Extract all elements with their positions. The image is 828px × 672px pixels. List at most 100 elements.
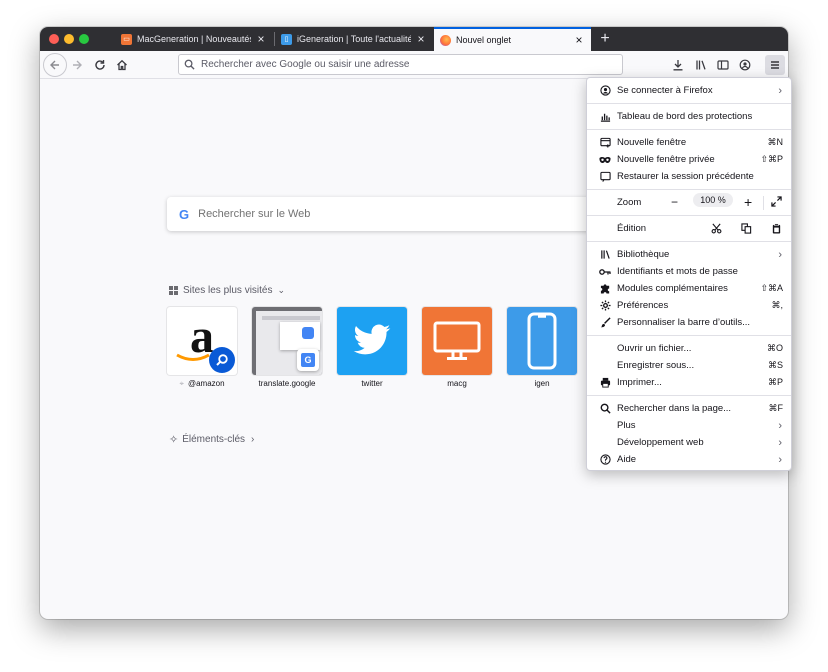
top-site-twitter[interactable]: twitter — [337, 307, 407, 388]
top-site-translate-google[interactable]: G translate.google — [252, 307, 322, 388]
site-label: macg — [447, 379, 467, 388]
zoom-in-button[interactable]: + — [744, 195, 752, 209]
top-site-amazon[interactable]: a ⌖ @amazon — [167, 307, 237, 389]
scissors-icon — [711, 223, 722, 234]
menu-item-more[interactable]: Plus › — [587, 417, 791, 434]
clipboard-icon — [772, 223, 781, 234]
copy-icon — [741, 223, 752, 234]
menu-item-label: Restaurer la session précédente — [617, 171, 754, 182]
puzzle-piece-icon — [599, 283, 611, 295]
menu-item-new-window[interactable]: Nouvelle fenêtre ⌘N — [587, 134, 791, 151]
web-search-box[interactable]: G Rechercher sur le Web — [167, 197, 597, 231]
window-minimize-button[interactable] — [64, 34, 74, 44]
close-icon[interactable]: × — [255, 33, 267, 45]
site-label: translate.google — [258, 379, 316, 388]
app-menu-button[interactable] — [765, 55, 785, 75]
arrow-left-icon — [50, 60, 59, 70]
menu-item-webdev[interactable]: Développement web › — [587, 434, 791, 451]
paste-button[interactable] — [771, 223, 782, 237]
menu-item-library[interactable]: Bibliothèque › — [587, 246, 791, 263]
menu-item-label: Modules complémentaires — [617, 283, 728, 294]
back-button[interactable] — [43, 53, 67, 77]
shortcut-label: ⌘O — [766, 343, 783, 353]
tab-new-tab[interactable]: Nouvel onglet × — [434, 27, 591, 51]
private-mask-icon — [599, 154, 611, 166]
menu-item-label: Rechercher dans la page... — [617, 403, 732, 414]
close-icon[interactable]: × — [415, 33, 427, 45]
menu-item-logins[interactable]: Identifiants et mots de passe — [587, 263, 791, 280]
menu-item-find[interactable]: Rechercher dans la page... ⌘F — [587, 400, 791, 417]
close-icon[interactable]: × — [573, 34, 585, 46]
sparkle-icon: ✧ — [169, 434, 179, 446]
topsites-title: Sites les plus visités — [183, 285, 273, 296]
menu-item-customize[interactable]: Personnaliser la barre d’outils... — [587, 314, 791, 331]
highlights-header[interactable]: ✧ Éléments-clés › — [169, 433, 254, 446]
window-maximize-button[interactable] — [79, 34, 89, 44]
paintbrush-icon — [599, 317, 611, 329]
divider — [763, 196, 764, 210]
forward-button[interactable] — [68, 56, 86, 74]
home-icon — [117, 59, 127, 71]
topsites-header[interactable]: Sites les plus visités ⌄ — [169, 285, 285, 296]
web-search-placeholder: Rechercher sur le Web — [198, 208, 311, 220]
downloads-button[interactable] — [669, 56, 687, 74]
top-site-macg[interactable]: macg — [422, 307, 492, 388]
menu-item-help[interactable]: Aide › — [587, 451, 791, 468]
printer-icon — [599, 377, 611, 389]
account-icon — [739, 59, 751, 71]
sidebar-button[interactable] — [714, 56, 732, 74]
menu-item-label: Développement web — [617, 437, 704, 448]
cut-button[interactable] — [711, 223, 722, 237]
reload-button[interactable] — [91, 56, 109, 74]
chevron-down-icon: ⌄ — [277, 285, 286, 295]
menu-item-preferences[interactable]: Préférences ⌘, — [587, 297, 791, 314]
tab-igeneration[interactable]: ▯ iGeneration | Toute l'actualité iPhone… — [275, 27, 433, 51]
menu-item-label: Édition — [617, 223, 647, 234]
menu-item-open-file[interactable]: Ouvrir un fichier... ⌘O — [587, 340, 791, 357]
menu-item-restore-session[interactable]: Restaurer la session précédente — [587, 168, 791, 185]
menu-item-label: Tableau de bord des protections — [617, 111, 753, 122]
menu-separator — [587, 335, 791, 336]
url-bar[interactable]: Rechercher avec Google ou saisir une adr… — [178, 54, 623, 75]
highlights-title: Éléments-clés — [182, 434, 246, 445]
account-button[interactable] — [736, 56, 754, 74]
menu-item-addons[interactable]: Modules complémentaires ⇧⌘A — [587, 280, 791, 297]
tab-macgeneration[interactable]: ▭ MacGeneration | Nouveautés, actualité … — [115, 27, 273, 51]
copy-button[interactable] — [741, 223, 752, 237]
menu-item-save-as[interactable]: Enregistrer sous... ⌘S — [587, 357, 791, 374]
tab-bar: ▭ MacGeneration | Nouveautés, actualité … — [40, 27, 788, 51]
chevron-right-icon: › — [251, 434, 255, 445]
library-button[interactable] — [692, 56, 710, 74]
menu-item-label: Imprimer... — [617, 377, 662, 388]
menu-item-private-window[interactable]: Nouvelle fenêtre privée ⇧⌘P — [587, 151, 791, 168]
menu-separator — [587, 215, 791, 216]
top-site-igen[interactable]: igen — [507, 307, 577, 388]
tab-label: Nouvel onglet — [456, 35, 512, 45]
gear-icon — [599, 300, 611, 312]
home-button[interactable] — [113, 56, 131, 74]
hamburger-icon — [771, 61, 779, 69]
chevron-right-icon: › — [778, 84, 782, 97]
shortcut-label: ⌘, — [771, 300, 783, 310]
search-icon — [209, 347, 235, 373]
menu-item-label: Ouvrir un fichier... — [617, 343, 692, 354]
account-icon — [599, 85, 611, 97]
menu-item-signin[interactable]: Se connecter à Firefox › — [587, 82, 791, 99]
window-close-button[interactable] — [49, 34, 59, 44]
menu-item-print[interactable]: Imprimer... ⌘P — [587, 374, 791, 391]
menu-item-label: Nouvelle fenêtre — [617, 137, 687, 148]
igen-icon: ▯ — [281, 33, 292, 45]
help-icon — [599, 454, 611, 466]
key-icon — [599, 266, 611, 278]
menu-item-label: Identifiants et mots de passe — [617, 266, 738, 277]
new-tab-button[interactable]: + — [596, 30, 614, 48]
fullscreen-button[interactable] — [771, 196, 782, 209]
zoom-out-button[interactable]: − — [671, 196, 678, 208]
chevron-right-icon: › — [778, 436, 782, 449]
tab-label: iGeneration | Toute l'actualité iPhone — [297, 34, 411, 44]
zoom-reset-button[interactable]: 100 % — [693, 193, 733, 207]
bar-chart-icon — [599, 111, 611, 123]
menu-item-protections[interactable]: Tableau de bord des protections — [587, 108, 791, 125]
menu-item-label: Bibliothèque — [617, 249, 670, 260]
library-icon — [696, 60, 706, 70]
